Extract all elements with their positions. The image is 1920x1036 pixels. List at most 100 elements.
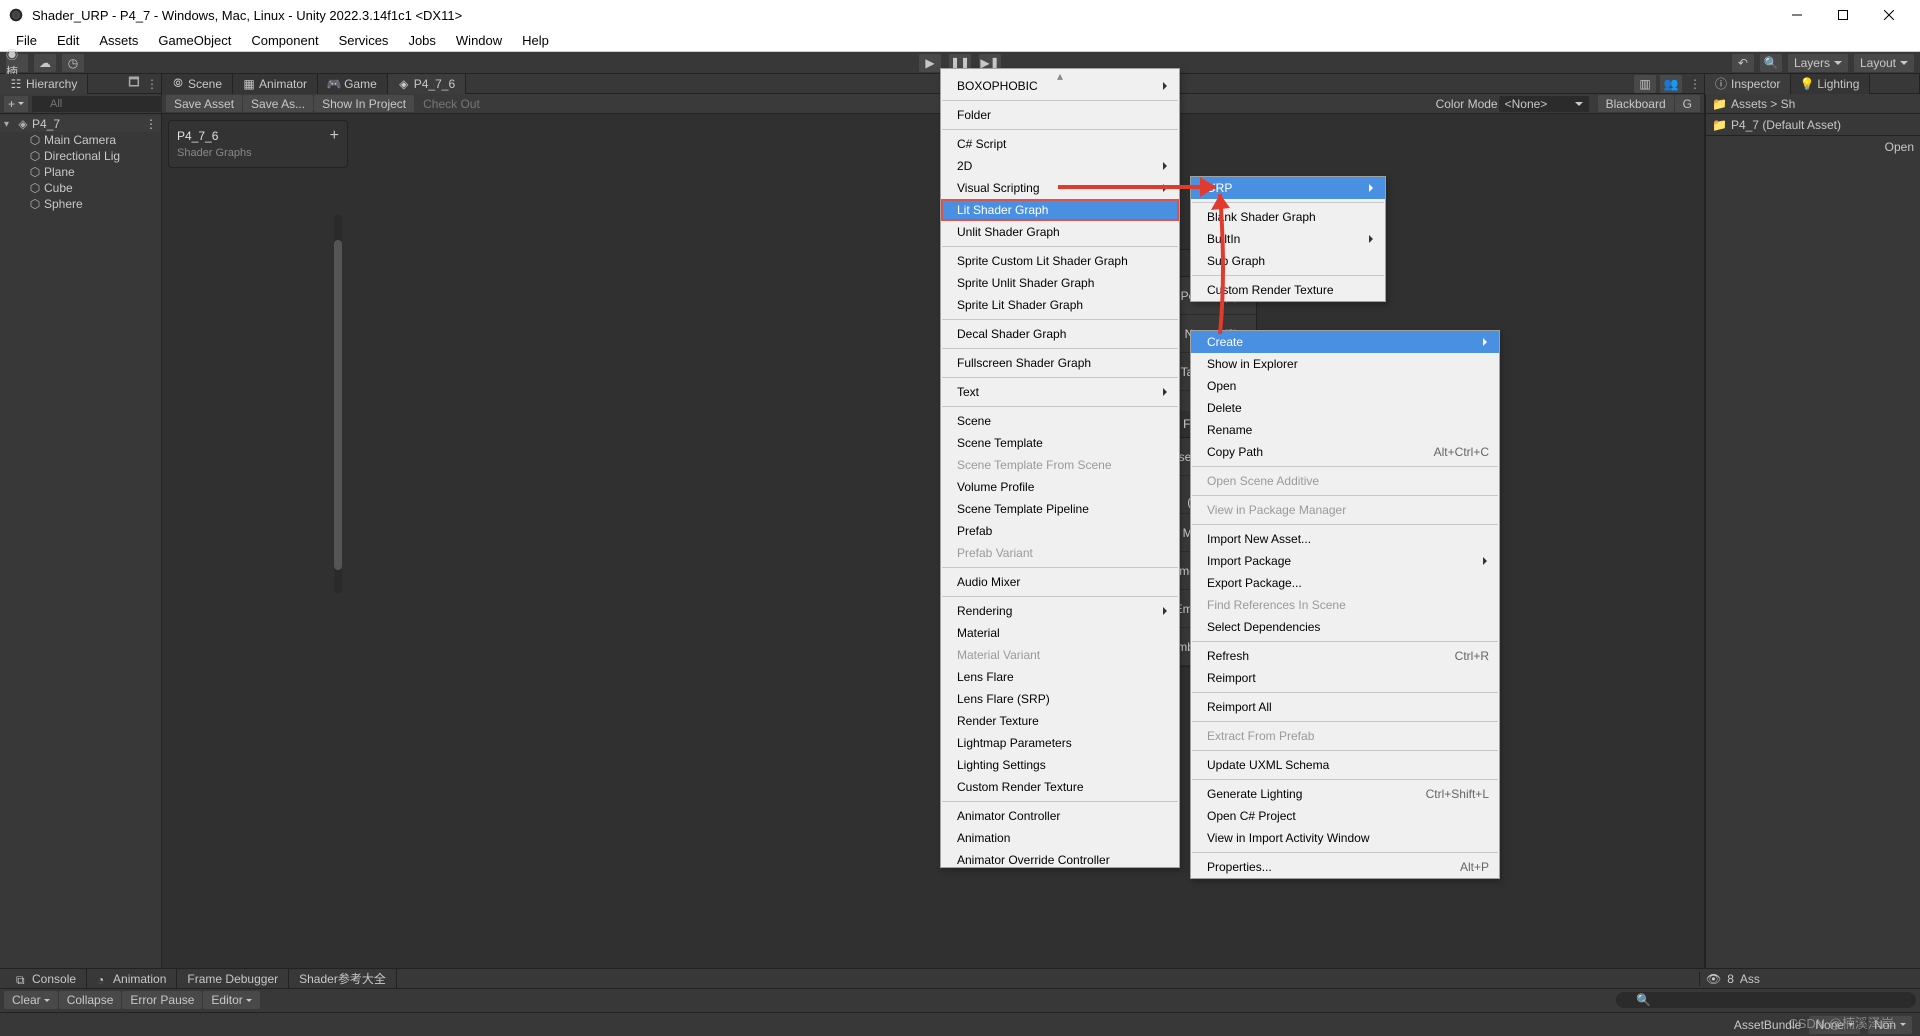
open-button[interactable]: Open xyxy=(1885,140,1914,154)
panel-options-button[interactable]: ⋮ xyxy=(143,77,161,91)
menu-item[interactable]: Render Texture xyxy=(941,710,1179,732)
menu-item[interactable]: Sub Graph xyxy=(1191,250,1385,272)
hierarchy-item[interactable]: ⬡Plane xyxy=(0,164,161,180)
editor-dropdown[interactable]: Editor xyxy=(203,991,259,1009)
search-button[interactable]: 🔍 xyxy=(1760,54,1782,72)
menu-item[interactable]: Create xyxy=(1191,331,1499,353)
menu-gameobject[interactable]: GameObject xyxy=(148,30,241,51)
menu-item[interactable]: Volume Profile xyxy=(941,476,1179,498)
menu-item[interactable]: Open C# Project xyxy=(1191,805,1499,827)
menu-item[interactable]: Scene Template Pipeline xyxy=(941,498,1179,520)
show-in-project-button[interactable]: Show In Project xyxy=(314,95,414,112)
menu-item[interactable]: Export Package... xyxy=(1191,572,1499,594)
menu-item[interactable]: Visual Scripting xyxy=(941,177,1179,199)
hierarchy-item[interactable]: ⬡Directional Lig xyxy=(0,148,161,164)
scene-root[interactable]: ▾◈P4_7⋮ xyxy=(0,116,161,132)
tab-scene[interactable]: ⦾Scene xyxy=(162,74,233,94)
menu-item[interactable]: Lens Flare xyxy=(941,666,1179,688)
minimize-button[interactable] xyxy=(1774,0,1820,30)
menu-item[interactable]: Lens Flare (SRP) xyxy=(941,688,1179,710)
graph-scrollbar-thumb[interactable] xyxy=(334,240,342,570)
menu-item[interactable]: Animation xyxy=(941,827,1179,849)
menu-item[interactable]: Custom Render Texture xyxy=(1191,279,1385,301)
layers-dropdown[interactable]: Layers xyxy=(1788,54,1848,72)
menu-item[interactable]: Sprite Unlit Shader Graph xyxy=(941,272,1179,294)
menu-jobs[interactable]: Jobs xyxy=(398,30,445,51)
play-button[interactable]: ▶ xyxy=(919,54,941,72)
panel-maximize-button[interactable]: 🗖 xyxy=(125,73,143,94)
tab-console[interactable]: ⧉Console xyxy=(6,969,87,989)
menu-item[interactable]: Select Dependencies xyxy=(1191,616,1499,638)
menu-item[interactable]: Sprite Lit Shader Graph xyxy=(941,294,1179,316)
blackboard[interactable]: P4_7_6+ Shader Graphs xyxy=(168,120,348,168)
undo-history-button[interactable]: ◷ xyxy=(62,54,84,72)
tab-shadergraph[interactable]: ◈P4_7_6 xyxy=(388,74,466,94)
graph-scrollbar[interactable] xyxy=(334,214,342,594)
menu-item[interactable]: Animator Controller xyxy=(941,805,1179,827)
menu-item[interactable]: Update UXML Schema xyxy=(1191,754,1499,776)
tab-animation[interactable]: ◔Animation xyxy=(87,969,177,989)
menu-item[interactable]: Open xyxy=(1191,375,1499,397)
menu-item[interactable]: Unlit Shader Graph xyxy=(941,221,1179,243)
menu-item[interactable]: Decal Shader Graph xyxy=(941,323,1179,345)
menu-item[interactable]: Reimport All xyxy=(1191,696,1499,718)
menu-item[interactable]: Prefab xyxy=(941,520,1179,542)
tab-hierarchy[interactable]: ☷Hierarchy xyxy=(0,74,88,94)
menu-item[interactable]: Rename xyxy=(1191,419,1499,441)
close-button[interactable] xyxy=(1866,0,1912,30)
menu-item[interactable]: C# Script xyxy=(941,133,1179,155)
hierarchy-item[interactable]: ⬡Sphere xyxy=(0,196,161,212)
menu-item[interactable]: Reimport xyxy=(1191,667,1499,689)
menu-item[interactable]: RefreshCtrl+R xyxy=(1191,645,1499,667)
menu-item[interactable]: Custom Render Texture xyxy=(941,776,1179,798)
menu-item[interactable]: BuiltIn xyxy=(1191,228,1385,250)
tab-animator[interactable]: ▦Animator xyxy=(233,74,318,94)
menu-item[interactable]: Fullscreen Shader Graph xyxy=(941,352,1179,374)
console-search[interactable] xyxy=(1616,992,1916,1008)
undo-redo-button[interactable]: ↶ xyxy=(1732,54,1754,72)
menu-services[interactable]: Services xyxy=(329,30,399,51)
menu-item[interactable]: Material xyxy=(941,622,1179,644)
tab-frame-debugger[interactable]: Frame Debugger xyxy=(177,969,289,989)
context-menu-assets[interactable]: CreateShow in ExplorerOpenDeleteRenameCo… xyxy=(1190,330,1500,879)
sg-tool-button-2[interactable]: 👥 xyxy=(1660,75,1682,93)
color-mode-dropdown[interactable]: <None> xyxy=(1499,96,1589,112)
scene-options-button[interactable]: ⋮ xyxy=(145,117,157,131)
context-menu-urp[interactable]: URP Blank Shader GraphBuiltInSub Graph Cus… xyxy=(1190,176,1386,302)
menu-item[interactable]: Scene Template xyxy=(941,432,1179,454)
menu-window[interactable]: Window xyxy=(446,30,512,51)
tab-game[interactable]: 🎮Game xyxy=(318,74,388,94)
menu-help[interactable]: Help xyxy=(512,30,559,51)
menu-item[interactable]: Import Package xyxy=(1191,550,1499,572)
menu-item[interactable]: Folder xyxy=(941,104,1179,126)
clear-button[interactable]: Clear xyxy=(4,991,58,1009)
maximize-button[interactable] xyxy=(1820,0,1866,30)
hierarchy-item[interactable]: ⬡Main Camera xyxy=(0,132,161,148)
create-gameobject-dropdown[interactable]: + xyxy=(4,96,28,112)
menu-item[interactable]: Delete xyxy=(1191,397,1499,419)
menu-edit[interactable]: Edit xyxy=(47,30,89,51)
menu-item[interactable]: Animator Override Controller xyxy=(941,849,1179,868)
menu-item[interactable]: Generate LightingCtrl+Shift+L xyxy=(1191,783,1499,805)
menu-item[interactable]: 2D xyxy=(941,155,1179,177)
menu-item[interactable]: URP xyxy=(1191,177,1385,199)
menu-item[interactable]: Properties...Alt+P xyxy=(1191,856,1499,878)
menu-item[interactable]: Blank Shader Graph xyxy=(1191,206,1385,228)
menu-item[interactable]: View in Import Activity Window xyxy=(1191,827,1499,849)
account-button[interactable]: ◉ 楠 xyxy=(6,54,28,72)
save-as-button[interactable]: Save As... xyxy=(243,95,313,112)
panel-options-button[interactable]: ⋮ xyxy=(1686,77,1704,91)
blackboard-toggle[interactable]: Blackboard xyxy=(1598,95,1674,112)
context-menu-shader[interactable]: ▴BOXOPHOBICFolderC# Script2DVisual Scrip… xyxy=(940,68,1180,868)
graph-inspector-toggle[interactable]: G xyxy=(1675,95,1700,112)
save-asset-button[interactable]: Save Asset xyxy=(166,95,242,112)
menu-item[interactable]: Lit Shader Graph xyxy=(941,199,1179,221)
menu-component[interactable]: Component xyxy=(241,30,328,51)
breadcrumb[interactable]: Assets > Sh xyxy=(1731,97,1795,111)
menu-item[interactable]: Copy PathAlt+Ctrl+C xyxy=(1191,441,1499,463)
menu-item[interactable]: Text xyxy=(941,381,1179,403)
sg-tool-button-1[interactable]: ▥ xyxy=(1634,75,1656,93)
menu-item[interactable]: Rendering xyxy=(941,600,1179,622)
menu-assets[interactable]: Assets xyxy=(89,30,148,51)
hierarchy-item[interactable]: ⬡Cube xyxy=(0,180,161,196)
